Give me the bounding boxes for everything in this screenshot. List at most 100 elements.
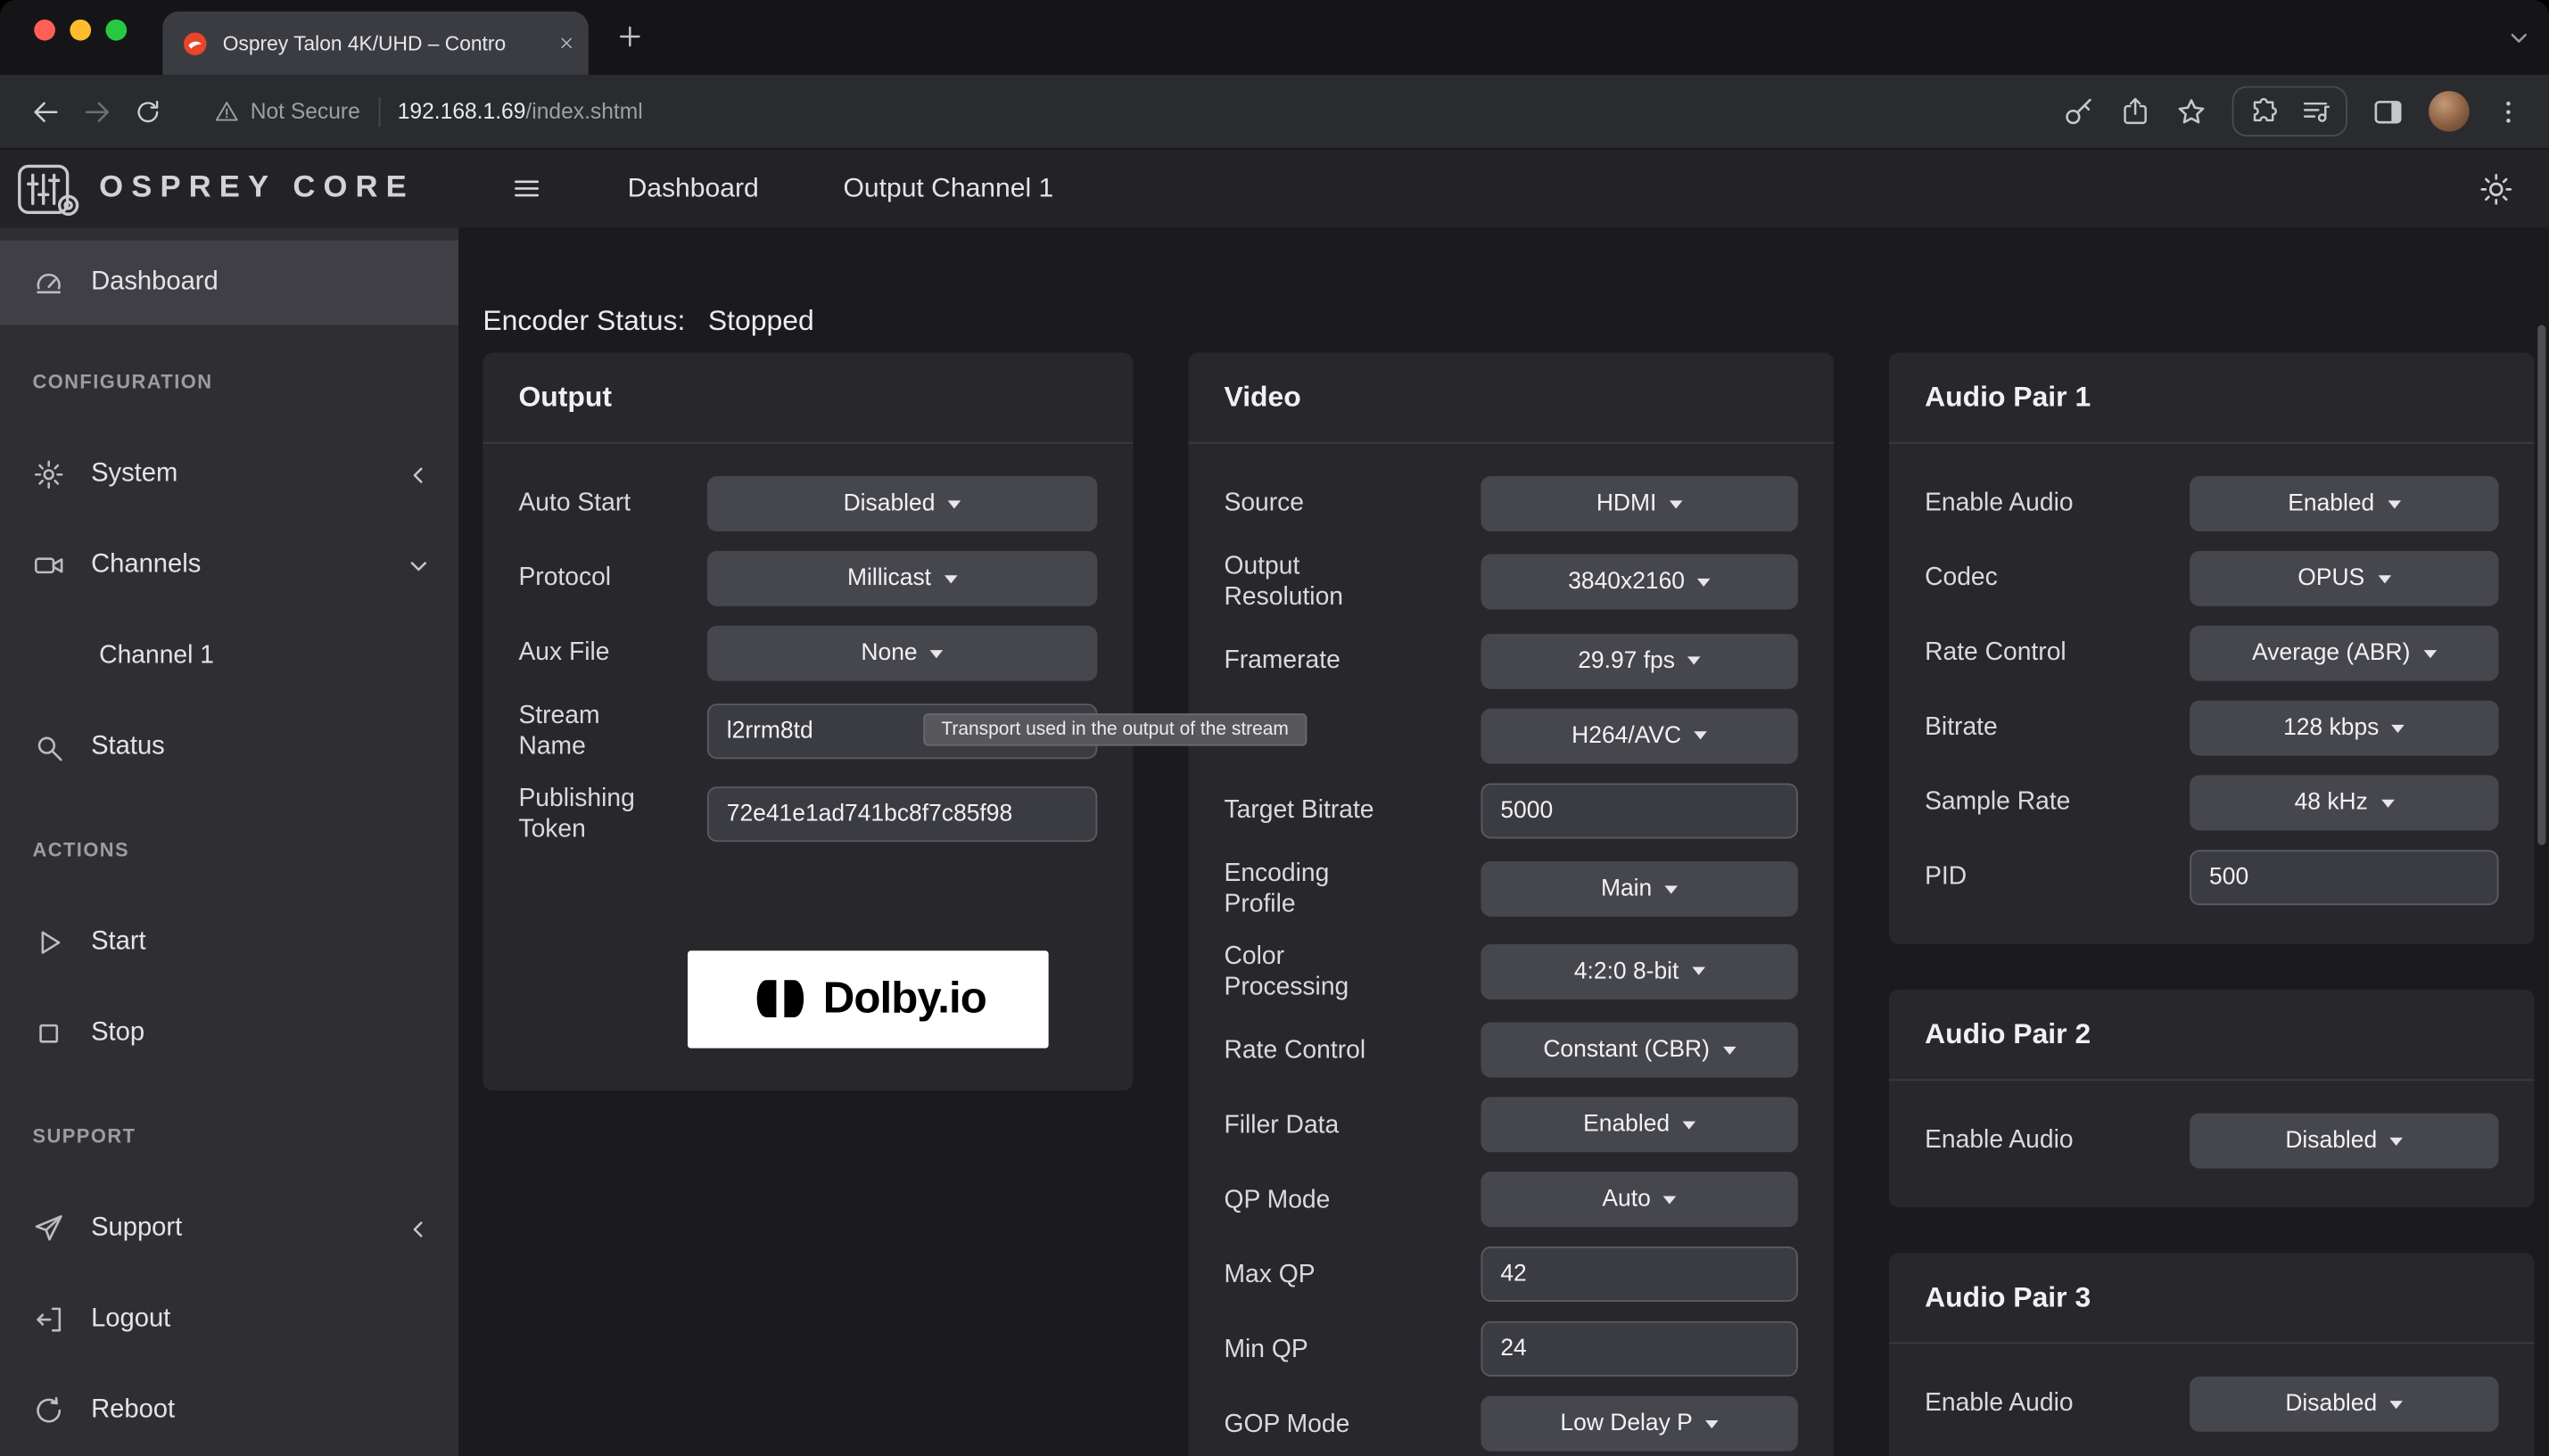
warning-triangle-icon — [215, 99, 239, 123]
main-content: Encoder Status: Stopped Output Auto Star… — [458, 227, 2549, 1456]
sidebar-item-channel-1[interactable]: Channel 1 — [0, 611, 458, 702]
dropdown-caret-icon — [2392, 724, 2405, 732]
audio1-enable-select[interactable]: Enabled — [2190, 476, 2498, 531]
bookmark-star-icon[interactable] — [2175, 95, 2207, 128]
sidebar-item-system[interactable]: System — [0, 429, 458, 520]
sidebar-item-logout[interactable]: Logout — [0, 1274, 458, 1365]
tab-title: Osprey Talon 4K/UHD – Contro — [223, 32, 543, 55]
auto-start-row: Auto Start Disabled — [518, 476, 1097, 531]
encoding-profile-select[interactable]: Main — [1481, 861, 1797, 917]
sidebar-item-stop[interactable]: Stop — [0, 988, 458, 1079]
tab-search-chevron-icon[interactable] — [2508, 28, 2529, 49]
auto-start-select[interactable]: Disabled — [707, 476, 1097, 531]
dropdown-caret-icon — [1663, 1196, 1677, 1204]
audio1-rate-control-row: Rate Control Average (ABR) — [1925, 626, 2498, 681]
qp-mode-select[interactable]: Auto — [1481, 1172, 1797, 1228]
browser-tab[interactable]: Osprey Talon 4K/UHD – Contro — [162, 12, 589, 75]
toolbar-right-icons — [2063, 86, 2529, 137]
close-window-button[interactable] — [34, 20, 55, 41]
audio1-bitrate-row: Bitrate 128 kbps — [1925, 701, 2498, 756]
protocol-select[interactable]: Millicast — [707, 551, 1097, 606]
sidebar-section-configuration: CONFIGURATION — [32, 371, 425, 394]
encoder-status-label: Encoder Status: — [483, 303, 685, 337]
dropdown-caret-icon — [945, 574, 958, 582]
tab-close-icon[interactable] — [557, 34, 575, 52]
dolby-io-logo: Dolby.io — [688, 950, 1049, 1047]
media-playlist-icon[interactable] — [2300, 96, 2331, 128]
source-select[interactable]: HDMI — [1481, 476, 1797, 531]
audio3-enable-select[interactable]: Disabled — [2190, 1377, 2498, 1432]
field-label: Protocol — [518, 563, 639, 594]
dropdown-caret-icon — [1695, 732, 1708, 740]
sidebar-toggle-hamburger-icon[interactable] — [510, 172, 542, 204]
audio1-sample-rate-select[interactable]: 48 kHz — [2190, 775, 2498, 830]
side-panel-icon[interactable] — [2372, 95, 2404, 128]
forward-button[interactable] — [81, 95, 113, 128]
sidebar-item-dashboard[interactable]: Dashboard — [0, 241, 458, 325]
video-camera-icon — [32, 549, 64, 581]
video-rate-control-select[interactable]: Constant (CBR) — [1481, 1023, 1797, 1078]
play-icon — [32, 926, 64, 958]
sidebar-item-support[interactable]: Support — [0, 1183, 458, 1274]
navbar-link-output-channel-1[interactable]: Output Channel 1 — [843, 173, 1053, 204]
filler-data-row: Filler Data Enabled — [1224, 1098, 1797, 1153]
field-label: Stream Name — [518, 701, 639, 764]
sidebar-label-support: Support — [91, 1214, 182, 1244]
window-controls — [34, 20, 127, 41]
dropdown-caret-icon — [1670, 499, 1683, 507]
audio2-enable-select[interactable]: Disabled — [2190, 1114, 2498, 1169]
fullscreen-window-button[interactable] — [105, 20, 127, 41]
sidebar-item-channels[interactable]: Channels — [0, 520, 458, 611]
gop-mode-select[interactable]: Low Delay P — [1481, 1396, 1797, 1452]
dropdown-caret-icon — [2388, 499, 2401, 507]
publishing-token-input[interactable] — [707, 786, 1097, 842]
field-label: Auto Start — [518, 488, 639, 519]
page-scrollbar[interactable] — [2537, 325, 2545, 845]
min-qp-input[interactable] — [1481, 1321, 1797, 1377]
encoding-profile-row: Encoding Profile Main — [1224, 858, 1797, 921]
sidebar-label-channel-1: Channel 1 — [99, 642, 214, 671]
sidebar-label-logout: Logout — [91, 1305, 170, 1335]
max-qp-input[interactable] — [1481, 1246, 1797, 1302]
audio1-pid-input[interactable] — [2190, 850, 2498, 905]
sidebar-item-start[interactable]: Start — [0, 897, 458, 988]
osprey-core-logo[interactable]: OSPREY CORE — [0, 160, 458, 218]
site-security-indicator[interactable]: Not Secure — [215, 99, 360, 123]
filler-data-select[interactable]: Enabled — [1481, 1098, 1797, 1153]
dropdown-caret-icon — [1722, 1046, 1736, 1054]
password-key-icon[interactable] — [2063, 95, 2095, 128]
minimize-window-button[interactable] — [70, 20, 91, 41]
color-processing-select[interactable]: 4:2:0 8-bit — [1481, 944, 1797, 999]
audio-pair-1-card: Audio Pair 1 Enable Audio Enabled Codec — [1889, 353, 2535, 944]
sidebar-item-status[interactable]: Status — [0, 702, 458, 793]
sidebar-section-actions: ACTIONS — [32, 839, 425, 862]
output-resolution-select[interactable]: 3840x2160 — [1481, 555, 1797, 610]
navbar-link-dashboard[interactable]: Dashboard — [628, 173, 759, 204]
theme-brightness-icon[interactable] — [2479, 171, 2513, 205]
reload-button[interactable] — [133, 96, 162, 126]
share-icon[interactable] — [2120, 96, 2151, 128]
aux-file-tooltip: Transport used in the output of the stre… — [923, 713, 1307, 745]
dropdown-caret-icon — [1698, 579, 1712, 587]
video-codec-select[interactable]: H264/AVC — [1481, 708, 1797, 763]
sidebar-item-reboot[interactable]: Reboot — [0, 1365, 458, 1456]
chevron-down-icon — [408, 555, 429, 576]
aux-file-select[interactable]: None — [707, 626, 1097, 681]
framerate-select[interactable]: 29.97 fps — [1481, 633, 1797, 688]
address-bar[interactable]: 192.168.1.69/index.shtml — [398, 99, 643, 123]
sidebar-label-stop: Stop — [91, 1019, 144, 1049]
browser-menu-dots-icon[interactable] — [2494, 96, 2523, 126]
audio1-codec-select[interactable]: OPUS — [2190, 551, 2498, 606]
back-button[interactable] — [29, 95, 62, 128]
dropdown-caret-icon — [1683, 1121, 1696, 1129]
search-icon — [32, 731, 64, 763]
security-label: Not Secure — [251, 99, 360, 123]
audio1-rate-control-select[interactable]: Average (ABR) — [2190, 626, 2498, 681]
extensions-puzzle-icon[interactable] — [2248, 96, 2280, 128]
target-bitrate-input[interactable] — [1481, 783, 1797, 838]
field-label: Aux File — [518, 638, 639, 669]
dropdown-caret-icon — [948, 499, 961, 507]
profile-avatar[interactable] — [2429, 91, 2470, 132]
new-tab-button[interactable] — [615, 21, 646, 53]
audio1-bitrate-select[interactable]: 128 kbps — [2190, 701, 2498, 756]
